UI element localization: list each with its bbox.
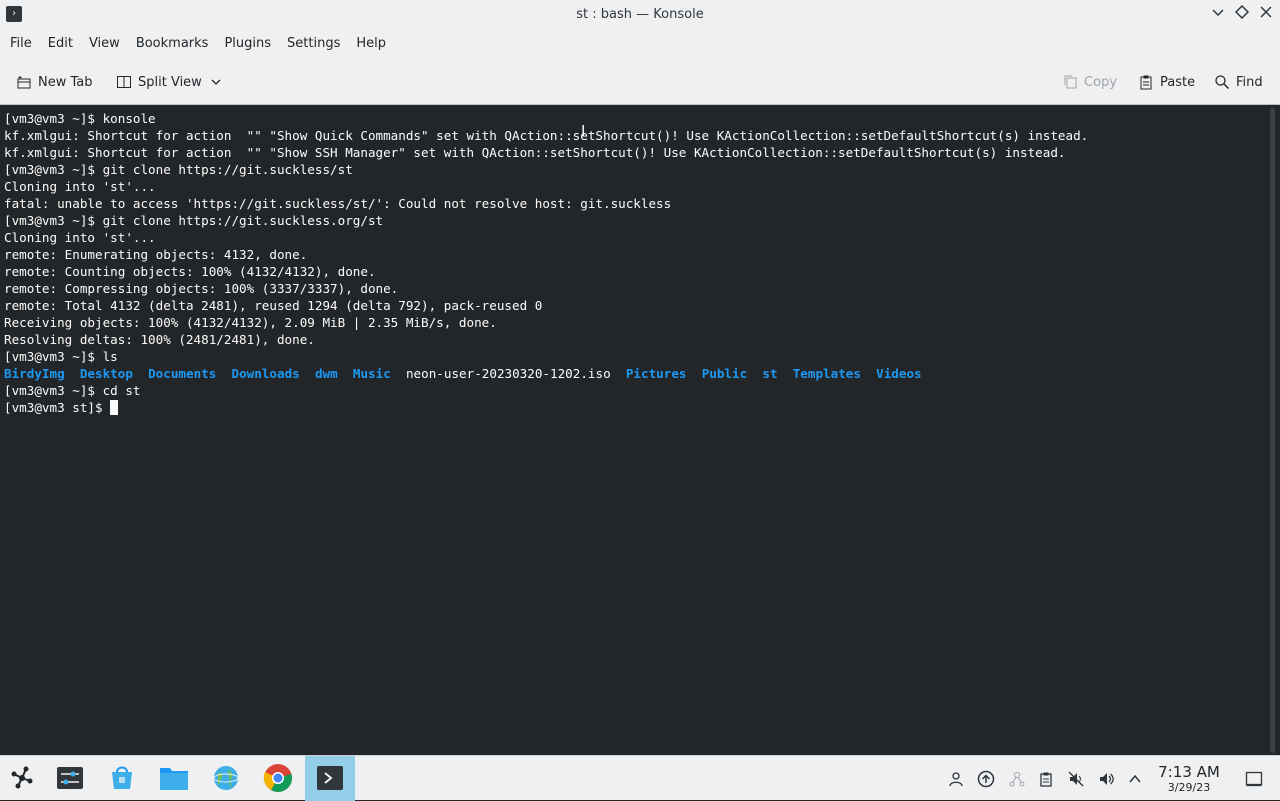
new-tab-button[interactable]: New Tab — [16, 70, 93, 94]
toolbar: New Tab Split View Copy Paste Find — [0, 59, 1280, 105]
paste-icon — [1138, 74, 1154, 90]
ls-file: neon-user-20230320-1202.iso — [405, 366, 611, 381]
terminal-line: kf.xmlgui: Shortcut for action "" "Show … — [4, 128, 1089, 143]
clock[interactable]: 7:13 AM 3/29/23 — [1150, 763, 1228, 795]
terminal-line: remote: Compressing objects: 100% (3337/… — [4, 281, 399, 296]
chevron-down-icon[interactable] — [208, 74, 224, 90]
konsole-icon[interactable] — [314, 762, 346, 794]
copy-icon — [1062, 74, 1078, 90]
clipboard-icon[interactable] — [1037, 770, 1055, 788]
terminal-line: [vm3@vm3 ~]$ git clone https://git.suckl… — [4, 162, 353, 177]
terminal-line: kf.xmlgui: Shortcut for action "" "Show … — [4, 145, 1066, 160]
ls-directory: Documents — [148, 366, 217, 381]
copy-label: Copy — [1084, 74, 1117, 90]
ls-directory: dwm — [314, 366, 338, 381]
window-title: st : bash — Konsole — [576, 7, 704, 22]
terminal-line: [vm3@vm3 ~]$ konsole — [4, 111, 156, 126]
menu-edit[interactable]: Edit — [40, 29, 81, 59]
terminal-line: Cloning into 'st'... — [4, 230, 156, 245]
menu-settings[interactable]: Settings — [279, 29, 348, 59]
user-icon[interactable] — [947, 770, 965, 788]
ls-directory: st — [762, 366, 778, 381]
terminal-line: Cloning into 'st'... — [4, 179, 156, 194]
title-bar[interactable]: › st : bash — Konsole — [0, 0, 1280, 29]
terminal-line: Resolving deltas: 100% (2481/2481), done… — [4, 332, 315, 347]
new-tab-icon — [16, 74, 32, 90]
copy-button[interactable]: Copy — [1062, 70, 1117, 94]
find-button[interactable]: Find — [1214, 70, 1263, 94]
terminal-cursor — [110, 400, 119, 415]
maximize-icon[interactable] — [1234, 4, 1250, 23]
ls-directory: Pictures — [625, 366, 687, 381]
terminal-line: [vm3@vm3 ~]$ git clone https://git.suckl… — [4, 213, 384, 228]
prompt-line[interactable]: [vm3@vm3 st]$ — [4, 399, 1264, 416]
ls-directory: Public — [701, 366, 748, 381]
network-globe-icon[interactable] — [210, 762, 242, 794]
ls-output-line: BirdyImg Desktop Documents Downloads dwm… — [4, 365, 1264, 382]
clock-date: 3/29/23 — [1167, 781, 1211, 794]
split-view-button[interactable]: Split View — [116, 70, 224, 94]
muted-icon[interactable] — [1067, 770, 1085, 788]
ls-directory: Downloads — [231, 366, 300, 381]
ls-directory: Desktop — [79, 366, 133, 381]
konsole-window: › st : bash — Konsole File Edit View Boo… — [0, 0, 1280, 755]
ls-directory: Music — [352, 366, 391, 381]
terminal-line: remote: Total 4132 (delta 2481), reused … — [4, 298, 543, 313]
ls-directory: Videos — [876, 366, 922, 381]
chrome-icon[interactable] — [262, 762, 294, 794]
terminal-output[interactable]: [vm3@vm3 ~]$ konsole kf.xmlgui: Shortcut … — [0, 106, 1264, 755]
terminal-line: remote: Enumerating objects: 4132, done. — [4, 247, 308, 262]
terminal-line: fatal: unable to access 'https://git.suc… — [4, 196, 672, 211]
menu-help[interactable]: Help — [348, 29, 394, 59]
system-settings-icon[interactable] — [54, 762, 86, 794]
update-icon[interactable] — [977, 770, 995, 788]
close-icon[interactable] — [1258, 5, 1274, 23]
find-label: Find — [1236, 74, 1263, 90]
chevron-up-icon[interactable] — [1126, 770, 1144, 788]
search-icon — [1214, 74, 1230, 90]
terminal-line: [vm3@vm3 ~]$ ls — [4, 349, 118, 364]
file-manager-icon[interactable] — [158, 762, 190, 794]
split-view-label: Split View — [138, 74, 202, 90]
taskbar: 7:13 AM 3/29/23 — [0, 755, 1280, 801]
ls-directory: BirdyImg — [4, 366, 65, 381]
terminal-line: remote: Counting objects: 100% (4132/413… — [4, 264, 376, 279]
minimize-icon[interactable] — [1210, 5, 1226, 23]
menu-bar: File Edit View Bookmarks Plugins Setting… — [0, 29, 1280, 59]
app-launcher-icon[interactable] — [6, 762, 38, 794]
split-view-icon — [116, 74, 132, 90]
clock-time: 7:13 AM — [1158, 763, 1220, 781]
ls-directory: Templates — [792, 366, 861, 381]
volume-icon[interactable] — [1097, 770, 1115, 788]
scrollbar-thumb[interactable] — [1270, 108, 1275, 753]
new-tab-label: New Tab — [38, 74, 93, 90]
discover-icon[interactable] — [106, 762, 138, 794]
paste-label: Paste — [1160, 74, 1196, 90]
menu-file[interactable]: File — [2, 29, 40, 59]
paste-button[interactable]: Paste — [1138, 70, 1195, 94]
menu-plugins[interactable]: Plugins — [216, 29, 279, 59]
shell-prompt: [vm3@vm3 st]$ — [4, 400, 111, 415]
terminal-scrollbar[interactable] — [1264, 106, 1280, 755]
menu-view[interactable]: View — [81, 29, 128, 59]
show-desktop-icon[interactable] — [1244, 769, 1264, 789]
network-icon[interactable] — [1008, 770, 1026, 788]
terminal-line: [vm3@vm3 ~]$ cd st — [4, 383, 141, 398]
text-cursor-icon: I — [581, 122, 586, 140]
terminal-line: Receiving objects: 100% (4132/4132), 2.0… — [4, 315, 497, 330]
window-controls — [1210, 4, 1274, 23]
menu-bookmarks[interactable]: Bookmarks — [128, 29, 217, 59]
